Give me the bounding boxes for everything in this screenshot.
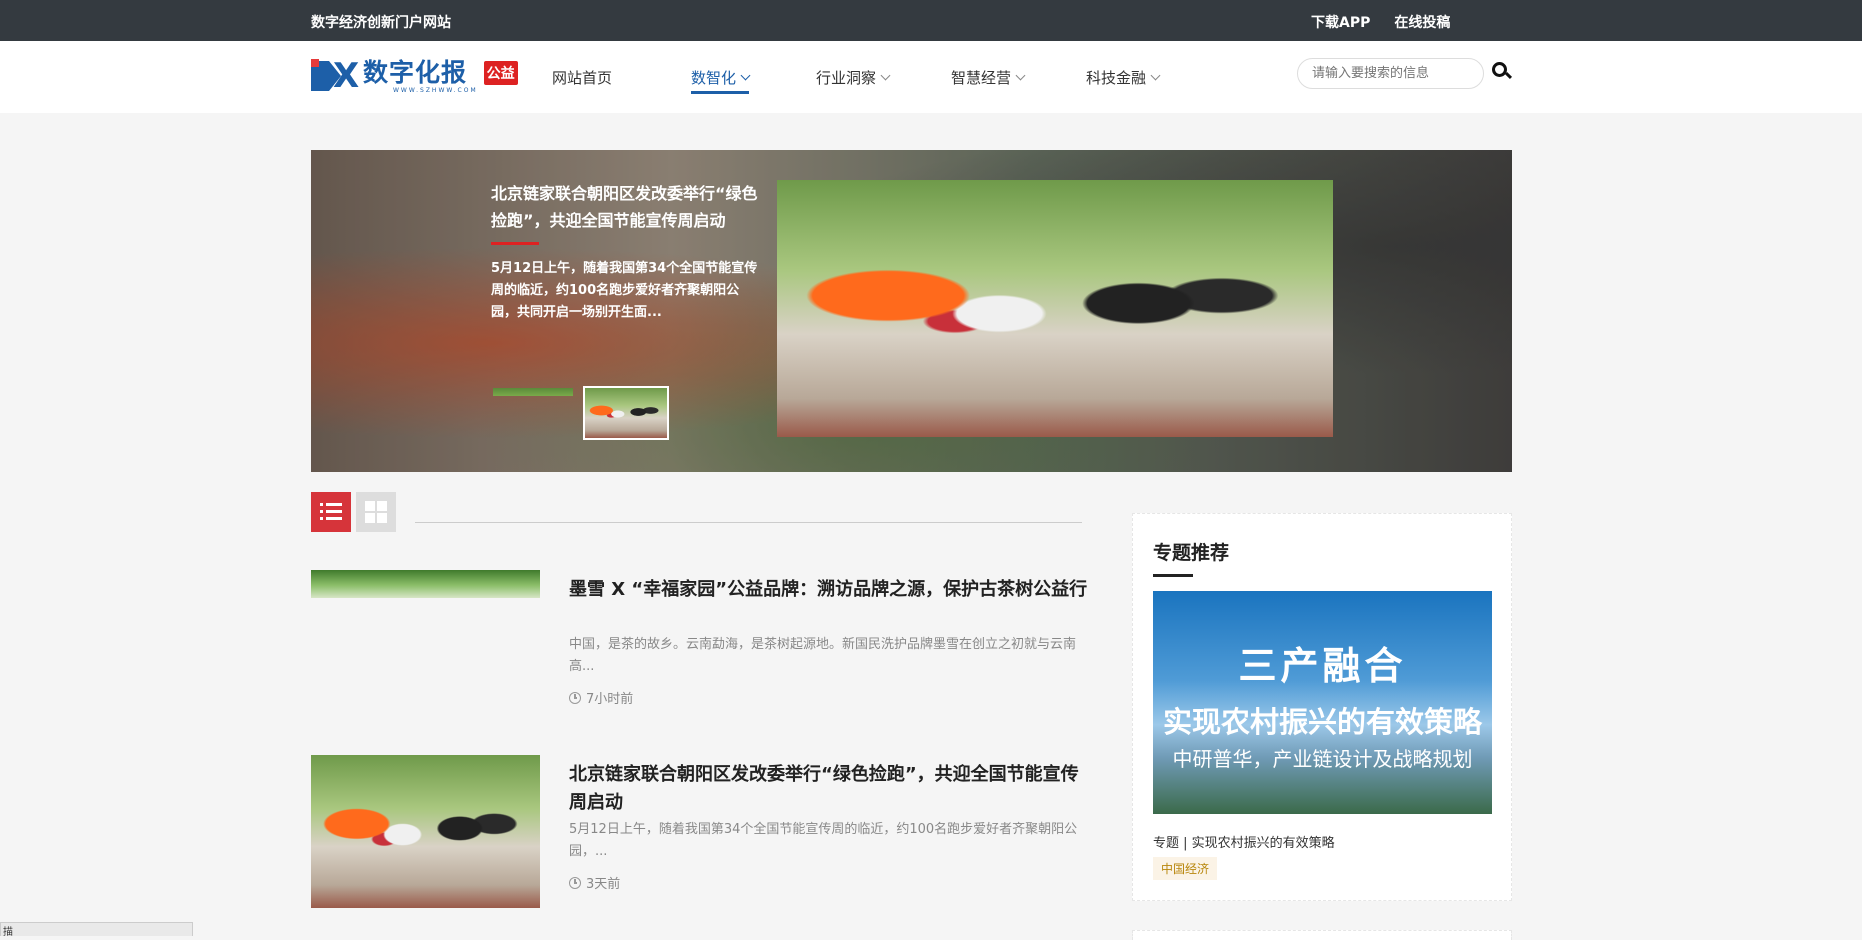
- corner-widget[interactable]: 描: [0, 922, 193, 938]
- header: X 数字化报 WWW.SZHWW.COM 公益 网站首页 数智化 行业洞察 智慧…: [0, 41, 1862, 113]
- featured-topics-panel: 专题推荐 三产融合 实现农村振兴的有效策略 中研普华，产业链设计及战略规划 专题…: [1132, 513, 1512, 901]
- logo-name: 数字化报: [363, 57, 468, 87]
- hero-title-underline: [491, 242, 539, 245]
- nav-label: 网站首页: [552, 68, 613, 87]
- article-thumbnail[interactable]: [311, 570, 540, 598]
- topic-banner[interactable]: 三产融合 实现农村振兴的有效策略 中研普华，产业链设计及战略规划: [1153, 591, 1492, 814]
- carousel-thumbnail[interactable]: [583, 386, 669, 440]
- submit-article-link[interactable]: 在线投稿: [1394, 12, 1450, 32]
- time-label: 7小时前: [586, 692, 634, 707]
- hero-image[interactable]: [777, 180, 1333, 437]
- article-title[interactable]: 墨雪 X “幸福家园”公益品牌：溯访品牌之源，保护古茶树公益行: [569, 576, 1089, 604]
- chevron-down-icon: [1150, 70, 1161, 80]
- grid-view-button[interactable]: [356, 492, 396, 532]
- banner-headline: 三产融合: [1238, 644, 1407, 688]
- hero-carousel[interactable]: 北京链家联合朝阳区发改委举行“绿色捡跑”，共迎全国节能宣传周启动 5月12日上午…: [311, 150, 1512, 472]
- clock-icon: [569, 691, 581, 704]
- nav-item-digital[interactable]: 数智化: [691, 41, 751, 113]
- nav-label: 科技金融: [1086, 68, 1147, 87]
- time-label: 3天前: [586, 877, 621, 892]
- main-nav: 网站首页 数智化 行业洞察 智慧经营 科技金融: [552, 41, 1161, 113]
- search-input[interactable]: [1297, 58, 1484, 89]
- article-title[interactable]: 北京链家联合朝阳区发改委举行“绿色捡跑”，共迎全国节能宣传周启动: [569, 761, 1089, 817]
- article-thumbnail[interactable]: [311, 755, 540, 908]
- article-summary: 5月12日上午，随着我国第34个全国节能宣传周的临近，约100名跑步爱好者齐聚朝…: [569, 822, 1078, 859]
- chevron-down-icon: [740, 70, 751, 80]
- article-time: 3天前: [569, 873, 620, 892]
- banner-tagline: 中研普华，产业链设计及战略规划: [1172, 747, 1473, 771]
- nav-item-home[interactable]: 网站首页: [552, 41, 691, 113]
- nav-item-industry[interactable]: 行业洞察: [816, 41, 891, 113]
- nav-label: 行业洞察: [816, 68, 877, 87]
- hero-title[interactable]: 北京链家联合朝阳区发改委举行“绿色捡跑”，共迎全国节能宣传周启动: [491, 180, 766, 234]
- banner-subheadline: 实现农村振兴的有效策略: [1162, 705, 1482, 739]
- top-links: 下载APP 在线投稿: [1311, 12, 1450, 32]
- panel-heading: 专题推荐: [1153, 542, 1230, 564]
- download-app-link[interactable]: 下载APP: [1311, 12, 1370, 32]
- topic-caption[interactable]: 专题 | 实现农村振兴的有效策略: [1153, 832, 1335, 851]
- logo-text: 数字化报 WWW.SZHWW.COM: [363, 57, 478, 94]
- nav-label: 智慧经营: [951, 68, 1012, 87]
- top-bar: 数字经济创新门户网站 下载APP 在线投稿: [0, 0, 1862, 41]
- list-item: 墨雪 X “幸福家园”公益品牌：溯访品牌之源，保护古茶树公益行 中国，是茶的故乡…: [311, 570, 1091, 720]
- logo-url: WWW.SZHWW.COM: [393, 86, 478, 94]
- topic-tag[interactable]: 中国经济: [1153, 857, 1218, 880]
- clock-icon: [569, 876, 581, 889]
- nav-item-business[interactable]: 智慧经营: [951, 41, 1026, 113]
- article-time: 7小时前: [569, 688, 633, 707]
- corner-label: 描: [3, 927, 13, 938]
- nav-item-fintech[interactable]: 科技金融: [1086, 41, 1161, 113]
- heading-underline: [1153, 574, 1193, 577]
- carousel-indicator[interactable]: [493, 388, 573, 396]
- logo-mark-icon: X: [311, 59, 359, 93]
- next-panel-edge: [1132, 930, 1512, 940]
- search-icon[interactable]: [1492, 62, 1513, 82]
- logo-badge: 公益: [483, 61, 518, 85]
- article-summary: 中国，是茶的故乡。云南勐海，是茶树起源地。新国民洗护品牌墨雪在创立之初就与云南高…: [569, 637, 1077, 674]
- list-view-button[interactable]: [311, 492, 351, 532]
- site-slogan: 数字经济创新门户网站: [311, 15, 451, 31]
- site-logo[interactable]: X 数字化报 WWW.SZHWW.COM 公益: [311, 55, 518, 97]
- divider: [415, 522, 1082, 523]
- list-item: 北京链家联合朝阳区发改委举行“绿色捡跑”，共迎全国节能宣传周启动 5月12日上午…: [311, 755, 1091, 910]
- hero-description: 5月12日上午，随着我国第34个全国节能宣传周的临近，约100名跑步爱好者齐聚朝…: [491, 261, 758, 320]
- chevron-down-icon: [1015, 70, 1026, 80]
- chevron-down-icon: [880, 70, 891, 80]
- nav-label: 数智化: [691, 68, 737, 87]
